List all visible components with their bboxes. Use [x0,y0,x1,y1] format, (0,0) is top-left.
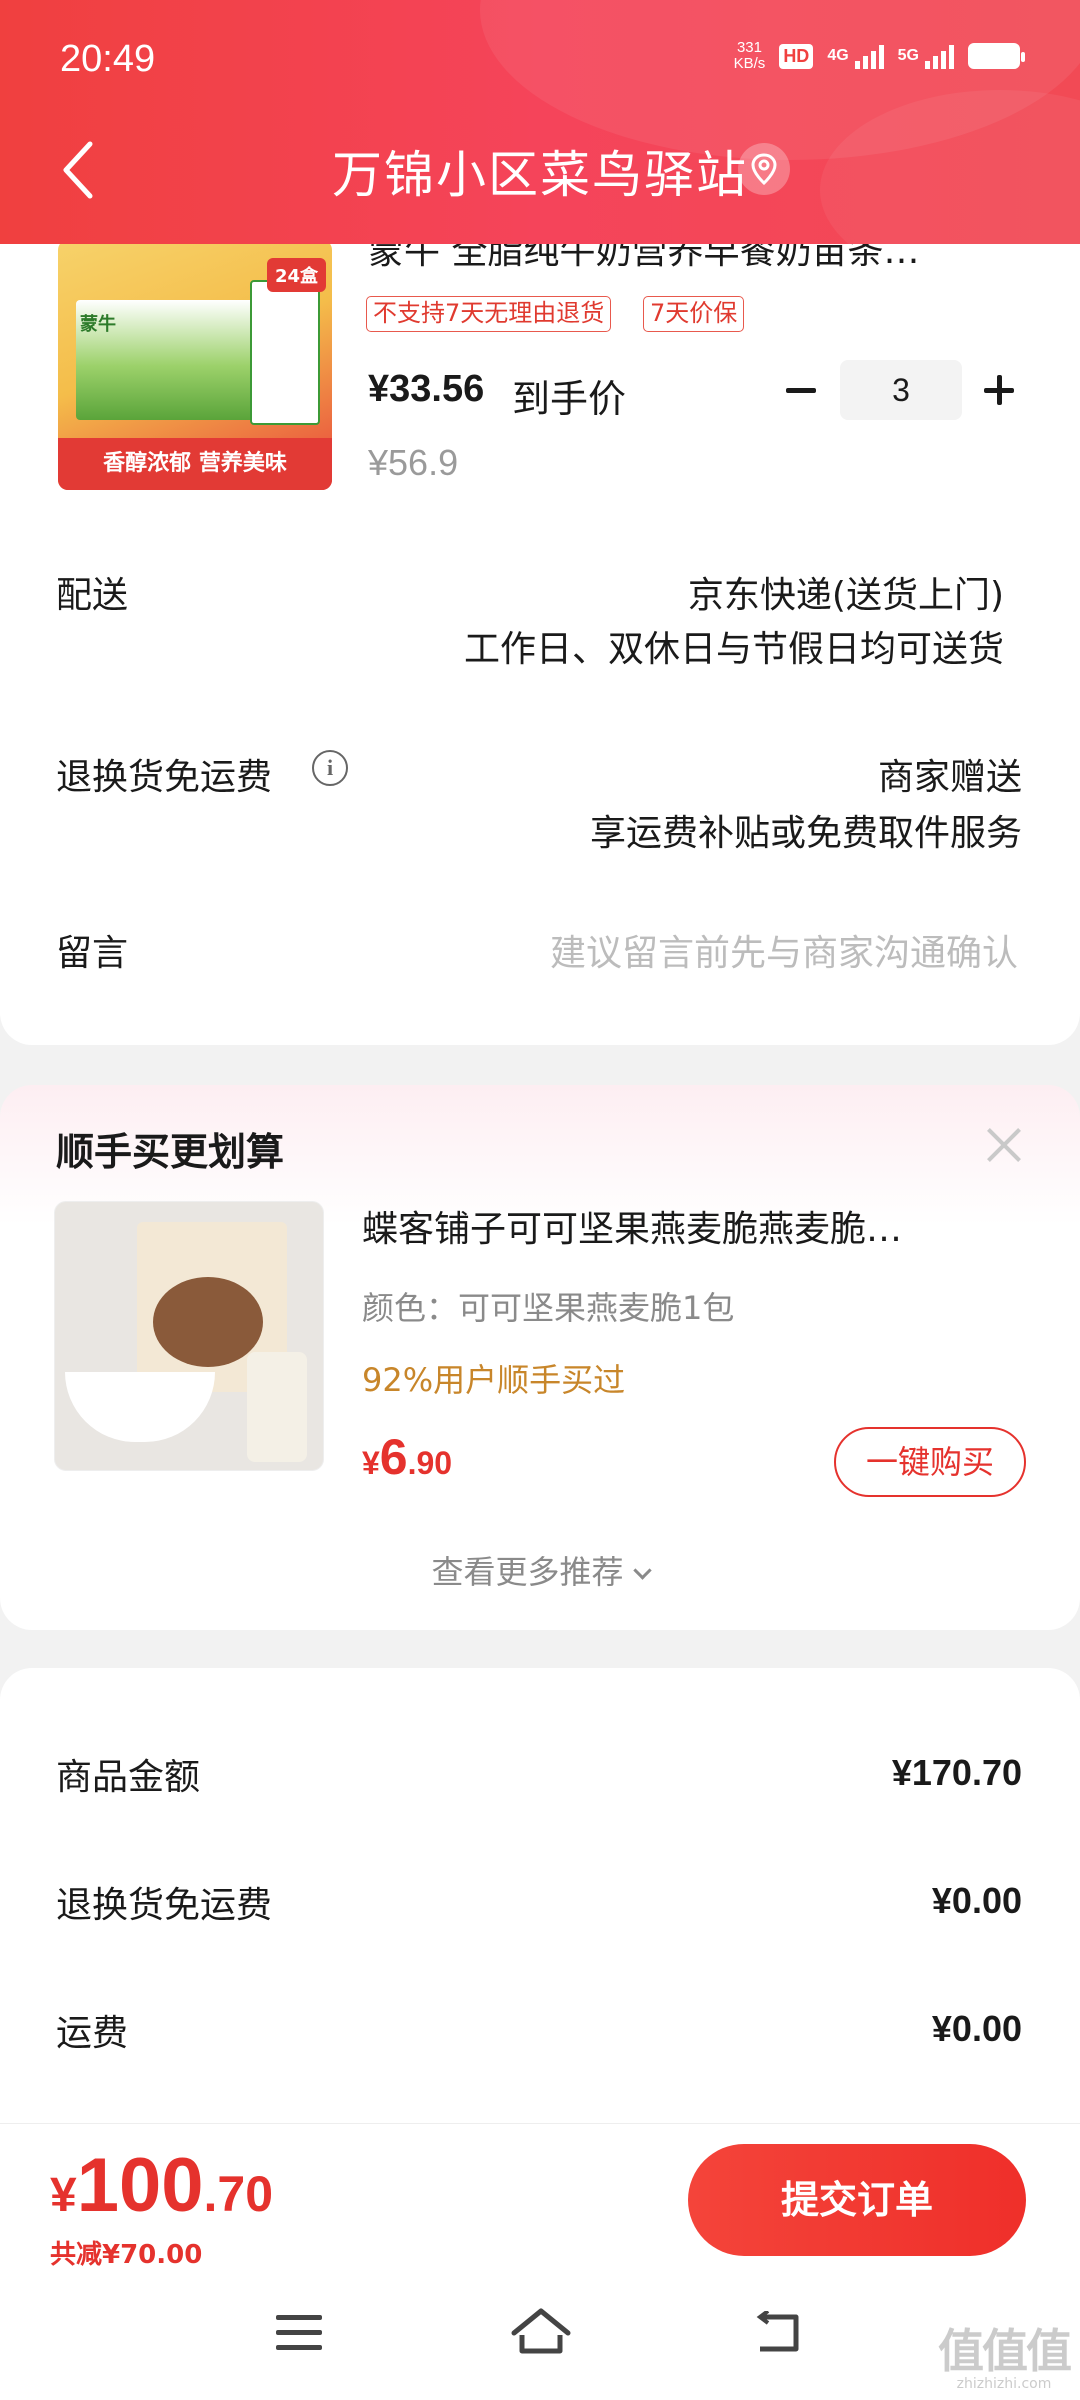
recommend-title: 顺手买更划算 [56,1130,285,1174]
bowl-graphic [65,1372,215,1442]
recommend-product-title[interactable]: 蝶客铺子可可坚果燕麦脆燕麦脆… [362,1200,1012,1252]
delivery-method[interactable]: 京东快递(送货上门) [688,566,1004,618]
amount-value: ¥0.00 [931,1880,1022,1921]
page-title: 万锦小区菜鸟驿站 [332,146,748,204]
amount-summary-card: 商品金额 ¥170.70 退换货免运费 ¥0.00 运费 ¥0.00 [0,1668,1080,2128]
quantity-increase-button[interactable] [978,360,1022,420]
total-price: ¥100.70 [50,2142,273,2229]
status-icons: 331 KB/s HD 4G 5G [734,40,1025,72]
return-shipping-value: 商家赠送 [877,757,1022,798]
back-icon[interactable] [752,2309,804,2355]
amount-label: 退换货免运费 [56,1885,273,1926]
product-carton-graphic [250,280,320,425]
product-brand-text: 蒙牛 [80,314,116,335]
home-icon[interactable] [510,2305,572,2357]
status-bar: 20:49 331 KB/s HD 4G 5G [60,30,1025,90]
order-item-card: 蒙牛 24盒 香醇浓郁 营养美味 蒙牛 全脂纯牛奶营养早餐奶苗条… 不支持7天无… [0,200,1080,1045]
header-bar: 20:49 331 KB/s HD 4G 5G 万锦小区菜鸟驿站 [0,0,1080,244]
amount-label: 商品金额 [56,1757,201,1798]
status-time: 20:49 [60,38,156,80]
one-click-buy-button[interactable]: 一键购买 [834,1427,1026,1497]
checkout-bar: ¥100.70 共减¥70.00 提交订单 [0,2123,1080,2273]
signal-icon [854,43,884,69]
menu-icon[interactable] [276,2313,324,2353]
deal-price: ¥33.56 [368,368,485,410]
system-navigation-bar: 值值值 zhizhizhi.com [0,2273,1080,2400]
signal-icon [925,43,954,69]
see-more-label: 查看更多推荐 [431,1553,624,1591]
return-shipping-desc: 享运费补贴或免费取件服务 [589,813,1022,854]
price-symbol: ¥ [362,1445,380,1481]
watermark-logo: 值值值 [938,2324,1072,2378]
network-speed: 331 KB/s [734,40,766,72]
recommend-product-image[interactable] [54,1201,324,1471]
message-input[interactable]: 建议留言前先与商家沟通确认 [550,924,1018,976]
delivery-time: 工作日、双休日与节假日均可送货 [463,629,1004,670]
total-integer: 100 [76,2143,204,2228]
price-decimal: .90 [407,1445,453,1481]
tag-price-protect[interactable]: 7天价保 [643,296,745,332]
close-icon[interactable] [984,1125,1024,1165]
recommend-product-spec: 颜色：可可坚果燕麦脆1包 [362,1289,735,1327]
watermark-site: zhizhizhi.com [956,2376,1052,2392]
recommend-product-note: 92%用户顺手买过 [362,1361,626,1399]
watermark: 值值值 zhizhizhi.com [938,2324,1072,2392]
recommend-card: 顺手买更划算 蝶客铺子可可坚果燕麦脆燕麦脆… 颜色：可可坚果燕麦脆1包 92%用… [0,1085,1080,1630]
hd-icon: HD [779,43,814,69]
recommend-product-price: ¥6.90 [362,1428,452,1486]
price-integer: 6 [379,1429,408,1485]
network-type-4g: 4G [827,47,849,64]
see-more-recommend[interactable]: 查看更多推荐 [0,1547,1080,1593]
location-pin-icon[interactable] [738,143,790,195]
network-speed-unit: KB/s [733,55,766,72]
amount-label: 运费 [56,2013,129,2054]
tag-no-return: 不支持7天无理由退货 [366,296,612,332]
total-symbol: ¥ [50,2169,77,2222]
product-image[interactable]: 蒙牛 24盒 香醇浓郁 营养美味 [58,240,332,490]
delivery-label: 配送 [56,575,129,616]
quantity-input[interactable]: 3 [840,360,962,420]
amount-value: ¥0.00 [931,2008,1022,2049]
deal-price-label: 到手价 [512,377,627,421]
quantity-decrease-button[interactable] [780,360,824,420]
message-label: 留言 [56,933,129,974]
info-icon[interactable]: i [312,750,348,786]
total-decimal: .70 [203,2166,274,2222]
cereal-graphic [153,1277,263,1367]
network-speed-value: 331 [736,39,762,56]
amount-value: ¥170.70 [891,1752,1022,1793]
submit-order-button[interactable]: 提交订单 [688,2144,1026,2256]
product-count-badge: 24盒 [266,258,326,292]
product-slogan: 香醇浓郁 营养美味 [58,438,332,490]
network-type-5g: 5G [897,47,919,64]
discount-total[interactable]: 共减¥70.00 [50,2234,202,2271]
battery-icon [968,43,1025,69]
return-shipping-label: 退换货免运费 [56,757,273,798]
chevron-down-icon [632,1561,652,1580]
original-price: ¥56.9 [368,442,459,483]
jar-graphic [247,1352,307,1462]
